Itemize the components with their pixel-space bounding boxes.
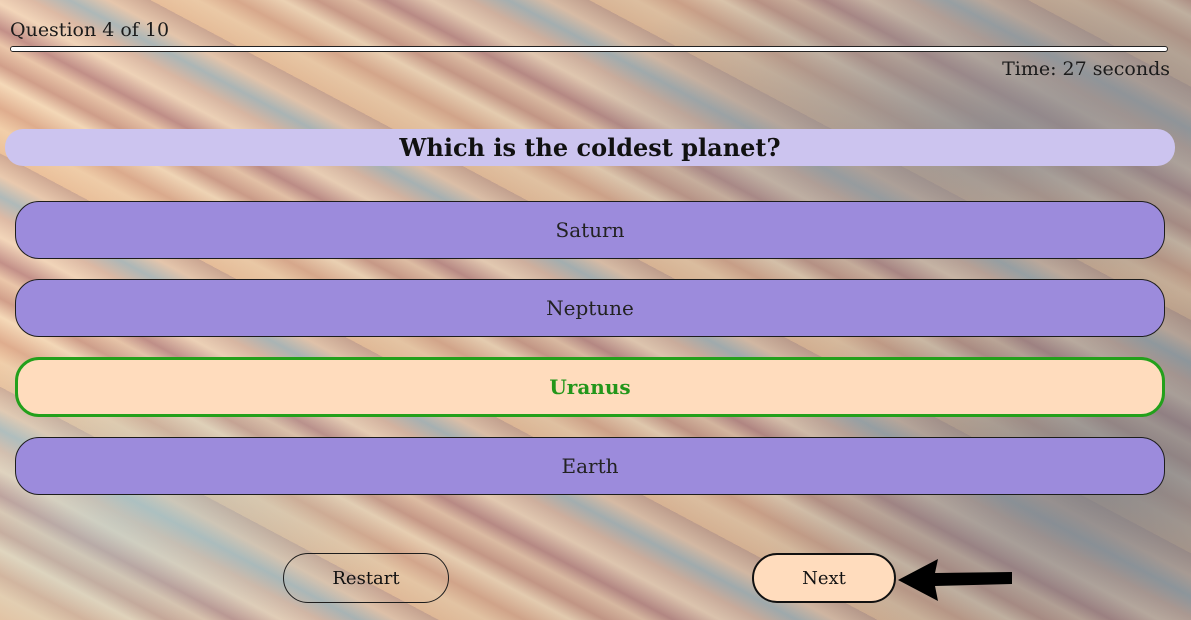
progress-bar-fill: [11, 47, 474, 51]
timer-label: Time:: [1002, 58, 1057, 80]
question-text: Which is the coldest planet?: [5, 129, 1175, 166]
arrow-left-icon: [898, 559, 1012, 601]
answer-list: Saturn Neptune Uranus Earth: [15, 201, 1165, 515]
answer-option-earth[interactable]: Earth: [15, 437, 1165, 495]
answer-option-label: Neptune: [546, 296, 634, 320]
restart-button-label: Restart: [332, 567, 400, 589]
answer-option-label: Uranus: [549, 375, 631, 399]
question-progress-label: Question 4 of 10: [10, 19, 170, 41]
progress-bar: [10, 46, 1168, 52]
answer-option-uranus[interactable]: Uranus: [15, 357, 1165, 417]
next-button-label: Next: [802, 567, 846, 589]
next-button[interactable]: Next: [752, 553, 896, 603]
answer-option-neptune[interactable]: Neptune: [15, 279, 1165, 337]
answer-option-saturn[interactable]: Saturn: [15, 201, 1165, 259]
timer-value: 27 seconds: [1062, 58, 1170, 80]
restart-button[interactable]: Restart: [283, 553, 449, 603]
timer: Time: 27 seconds: [1002, 57, 1170, 81]
answer-option-label: Earth: [561, 454, 619, 478]
answer-option-label: Saturn: [555, 218, 625, 242]
